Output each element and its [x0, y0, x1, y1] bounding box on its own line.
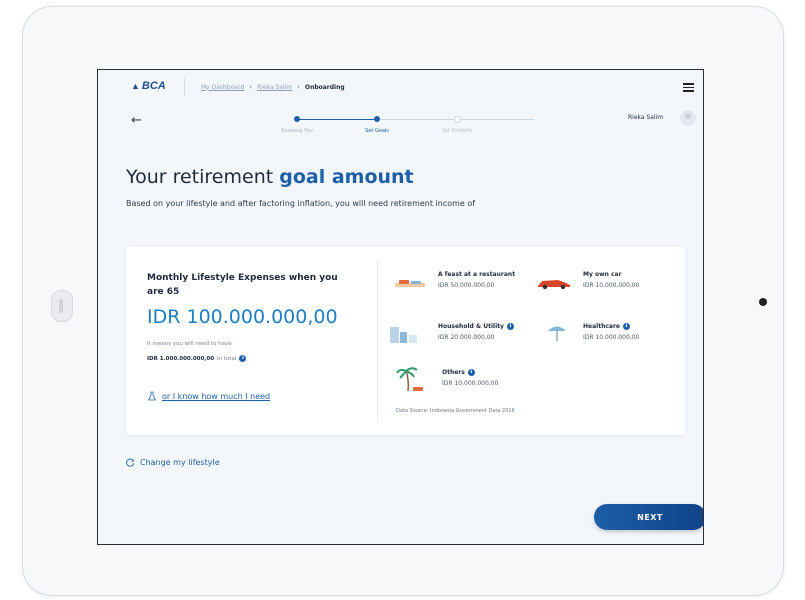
chevron-right-icon: ›	[249, 83, 252, 91]
expense-name-text: Household & Utility	[438, 323, 504, 330]
expense-name-text: Others	[442, 369, 465, 376]
expense-name: My own car	[583, 271, 639, 278]
breadcrumb-current: Onboarding	[304, 83, 345, 91]
expense-household: Household & Utility i IDR 20.000.000,00	[438, 323, 514, 341]
bca-logo-icon: ▲	[131, 81, 140, 91]
expense-others: Others i IDR 10.000.000,00	[442, 369, 498, 387]
title-accent: goal amount	[279, 166, 414, 188]
others-icon	[396, 367, 423, 392]
know-amount-link[interactable]: or I know how much I need	[147, 391, 270, 401]
expense-name: A feast at a restaurant	[438, 271, 515, 278]
next-button[interactable]: NEXT	[594, 504, 703, 530]
progress-stepper: Knowing You Set Goals Set Portfolio	[281, 116, 534, 142]
monthly-expenses-amount: IDR 100.000.000,00	[147, 306, 338, 328]
breadcrumb-user[interactable]: Rieka Salim	[257, 84, 292, 91]
user-name: Rieka Salim	[628, 114, 664, 121]
change-lifestyle-link[interactable]: Change my lifestyle	[126, 458, 220, 467]
expense-name: Healthcare i	[583, 323, 639, 330]
app-screen: ▲ BCA My Dashboard › Rieka Salim › Onboa…	[97, 69, 704, 545]
change-lifestyle-text: Change my lifestyle	[140, 458, 220, 467]
info-icon[interactable]: i	[239, 355, 247, 362]
title-plain: Your retirement	[126, 166, 280, 188]
top-bar: ▲ BCA My Dashboard › Rieka Salim › Onboa…	[98, 70, 703, 104]
page-title: Your retirement goal amount	[126, 166, 414, 188]
step-dot-2	[374, 116, 380, 122]
total-note: It means you will need to have	[147, 341, 232, 347]
breadcrumb: My Dashboard › Rieka Salim › Onboarding	[201, 83, 345, 91]
expense-value: IDR 10.000.000,00	[583, 334, 640, 341]
info-icon[interactable]: i	[622, 323, 630, 330]
breadcrumb-dashboard[interactable]: My Dashboard	[201, 84, 244, 91]
tablet-home-button	[51, 290, 73, 322]
bca-logo[interactable]: ▲ BCA	[131, 80, 166, 92]
expense-name: Others i	[442, 369, 498, 376]
stepper-line-done	[297, 119, 377, 120]
logo-text: BCA	[141, 80, 166, 92]
expense-name-text: My own car	[583, 271, 622, 278]
expense-value: IDR 20.000.000,00	[438, 334, 495, 341]
step-dot-1	[294, 116, 300, 122]
info-icon[interactable]: i	[506, 323, 514, 330]
user-avatar-icon[interactable]	[680, 110, 696, 126]
expense-restaurant: A feast at a restaurant IDR 50.000.000,0…	[438, 271, 515, 289]
step-label-knowing-you[interactable]: Knowing You	[281, 128, 313, 134]
info-icon[interactable]: i	[467, 369, 475, 376]
total-amount-suffix: in total	[217, 355, 237, 362]
expense-value: IDR 50.000.000,00	[438, 282, 495, 289]
car-icon	[538, 280, 570, 290]
data-source: Data Source: Indonesia Government Data 2…	[396, 408, 515, 414]
expense-name-text: Healthcare	[583, 323, 620, 330]
step-label-set-portfolio[interactable]: Set Portfolio	[442, 128, 472, 134]
step-dot-3	[454, 116, 461, 123]
refresh-icon	[126, 458, 135, 467]
total-amount-line: IDR 1.000.000.000,00 in total i	[147, 355, 247, 362]
chevron-right-icon: ›	[297, 83, 300, 91]
expense-name: Household & Utility i	[438, 323, 514, 330]
healthcare-icon	[548, 326, 566, 341]
expense-value: IDR 10.000.000,00	[583, 282, 640, 289]
expense-healthcare: Healthcare i IDR 10.000.000,00	[583, 323, 639, 341]
total-amount-value: IDR 1.000.000.000,00	[147, 355, 215, 362]
know-amount-text: or I know how much I need	[162, 391, 271, 401]
expense-car: My own car IDR 10.000.000,00	[583, 271, 639, 289]
flask-icon	[147, 391, 157, 401]
step-label-set-goals[interactable]: Set Goals	[365, 128, 389, 134]
monthly-expenses-label: Monthly Lifestyle Expenses when you are …	[147, 273, 338, 297]
expense-value: IDR 10.000.000,00	[442, 380, 499, 387]
back-arrow-icon[interactable]: ←	[131, 114, 142, 127]
goal-card: Monthly Lifestyle Expenses when you are …	[126, 247, 685, 435]
page-subtitle: Based on your lifestyle and after factor…	[126, 199, 476, 208]
tablet-camera	[759, 298, 767, 306]
household-icon	[390, 327, 417, 343]
card-divider	[377, 262, 378, 422]
restaurant-icon	[395, 280, 425, 287]
expense-name-text: A feast at a restaurant	[438, 271, 516, 278]
hamburger-icon[interactable]	[683, 83, 694, 92]
header-divider	[184, 78, 185, 96]
